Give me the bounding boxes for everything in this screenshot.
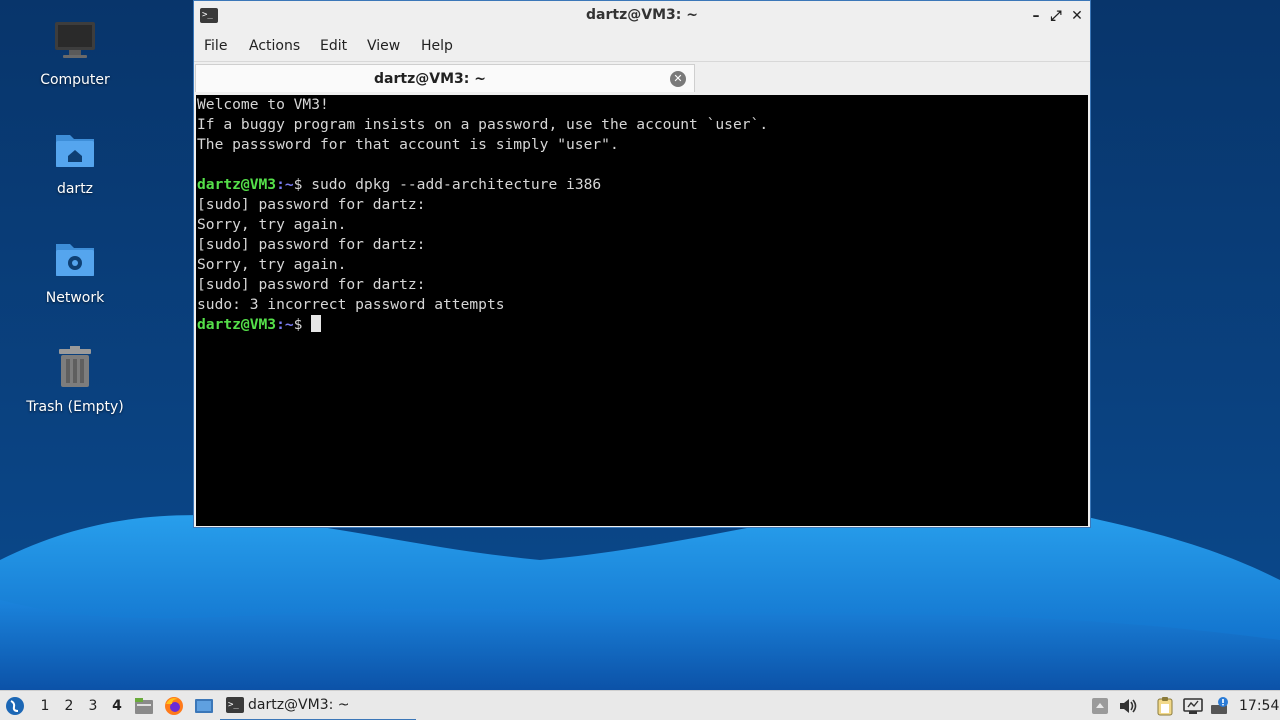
prompt-symbol: $ — [293, 316, 312, 333]
menu-bar: File Actions Edit View Help — [194, 31, 1090, 61]
desktop-icon-network[interactable]: Network — [10, 236, 140, 306]
start-menu-icon[interactable] — [5, 696, 25, 716]
terminal-icon: >_ — [226, 697, 244, 713]
volume-icon[interactable] — [1118, 696, 1138, 716]
prompt-symbol: $ — [293, 176, 312, 193]
terminal-line: dartz@VM3:~$ sudo dpkg --add-architectur… — [197, 175, 1087, 195]
output-text: Sorry, try again. — [197, 216, 347, 233]
desktop-icon-label: dartz — [56, 181, 94, 197]
home-folder-icon — [56, 135, 94, 167]
minimize-button[interactable]: – — [1026, 6, 1046, 26]
taskbar-task-label: dartz@VM3: ~ — [248, 697, 350, 713]
prompt-path: :~ — [276, 316, 294, 333]
output-text: Sorry, try again. — [197, 256, 347, 273]
desktop-icon-label: Computer — [40, 72, 110, 88]
clock[interactable]: 17:54 — [1239, 691, 1279, 720]
desktop-icon-label: Trash (Empty) — [26, 399, 124, 415]
terminal-line: [sudo] password for dartz: — [197, 275, 1087, 295]
firefox-icon[interactable] — [164, 696, 184, 716]
workspace-4[interactable]: 4 — [106, 691, 128, 720]
menu-actions[interactable]: Actions — [249, 38, 300, 54]
prompt-user: dartz@VM3 — [197, 316, 277, 333]
prompt-user: dartz@VM3 — [197, 176, 277, 193]
prompt-path: :~ — [276, 176, 294, 193]
trash-icon — [59, 346, 91, 387]
terminal-line: sudo: 3 incorrect password attempts — [197, 295, 1087, 315]
terminal-line: [sudo] password for dartz: — [197, 235, 1087, 255]
taskbar-task-terminal[interactable]: >_ dartz@VM3: ~ — [220, 691, 416, 720]
command-text: sudo dpkg --add-architecture i386 — [311, 176, 602, 193]
maximize-button[interactable]: ⤢ — [1046, 6, 1066, 26]
file-manager-icon[interactable] — [134, 696, 154, 716]
tab-terminal[interactable]: dartz@VM3: ~ ✕ — [195, 64, 695, 92]
output-text: Welcome to VM3! — [197, 96, 329, 113]
menu-view[interactable]: View — [367, 38, 400, 54]
close-button[interactable]: ✕ — [1067, 6, 1087, 26]
terminal-window[interactable]: >_ dartz@VM3: ~ – ⤢ ✕ File Actions Edit … — [193, 0, 1091, 528]
workspace-3[interactable]: 3 — [82, 691, 104, 720]
update-icon[interactable] — [1209, 696, 1229, 716]
network-folder-icon — [56, 244, 94, 276]
terminal-output[interactable]: Welcome to VM3! If a buggy program insist… — [196, 95, 1088, 526]
menu-help[interactable]: Help — [421, 38, 453, 54]
show-desktop-icon[interactable] — [194, 696, 214, 716]
tab-label: dartz@VM3: ~ — [374, 71, 486, 87]
terminal-line: If a buggy program insists on a password… — [197, 115, 1087, 135]
workspace-2[interactable]: 2 — [58, 691, 80, 720]
desktop-icon-trash[interactable]: Trash (Empty) — [10, 345, 140, 415]
window-titlebar[interactable]: >_ dartz@VM3: ~ – ⤢ ✕ — [194, 1, 1090, 31]
output-text: The passsword for that account is simply… — [197, 136, 619, 153]
output-text: If a buggy program insists on a password… — [197, 116, 769, 133]
notification-up-icon[interactable] — [1090, 696, 1110, 716]
desktop-icon-home[interactable]: dartz — [10, 127, 140, 197]
taskbar: 1 2 3 4 >_ dartz@VM3: ~ 17:54 — [0, 690, 1280, 720]
output-text: [sudo] password for dartz: — [197, 196, 426, 213]
terminal-cursor — [311, 315, 322, 332]
desktop-icon-computer[interactable]: Computer — [10, 18, 140, 88]
terminal-line: Sorry, try again. — [197, 215, 1087, 235]
terminal-line: [sudo] password for dartz: — [197, 195, 1087, 215]
output-text: [sudo] password for dartz: — [197, 276, 426, 293]
terminal-line: dartz@VM3:~$ — [197, 315, 1087, 335]
desktop-icon-label: Network — [45, 290, 105, 306]
network-icon[interactable] — [1183, 696, 1203, 716]
terminal-line: Welcome to VM3! — [197, 95, 1087, 115]
terminal-line: The passsword for that account is simply… — [197, 135, 1087, 155]
menu-edit[interactable]: Edit — [320, 38, 347, 54]
tab-close-icon[interactable]: ✕ — [670, 71, 686, 87]
window-title: dartz@VM3: ~ — [586, 7, 698, 23]
workspace-1[interactable]: 1 — [34, 691, 56, 720]
output-text: [sudo] password for dartz: — [197, 236, 426, 253]
menu-file[interactable]: File — [204, 38, 227, 54]
output-text: sudo: 3 incorrect password attempts — [197, 296, 505, 313]
terminal-line: Sorry, try again. — [197, 255, 1087, 275]
computer-icon — [55, 22, 95, 58]
clipboard-icon[interactable] — [1155, 696, 1175, 716]
tab-bar: dartz@VM3: ~ ✕ — [194, 61, 1090, 93]
